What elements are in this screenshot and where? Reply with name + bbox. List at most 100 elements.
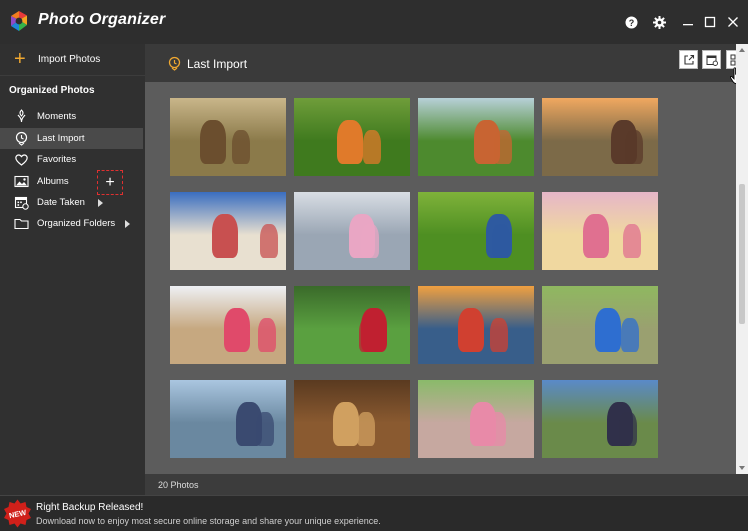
photo-subject [333,402,359,446]
title-bar: Photo Organizer ? [0,0,748,44]
photo-thumbnail[interactable] [170,380,286,458]
minimize-icon [683,24,693,26]
sidebar-item-moments[interactable]: Moments [0,106,143,127]
import-photos-button[interactable]: + Import Photos [0,44,145,76]
help-button[interactable]: ? [623,14,639,30]
vertical-scrollbar[interactable] [736,44,748,474]
photo-thumbnail[interactable] [294,286,410,364]
scroll-up-icon[interactable] [739,48,745,52]
photo-ground [294,328,410,364]
photo-background [418,192,534,235]
photo-thumbnail[interactable] [294,380,410,458]
settings-button[interactable] [651,14,667,30]
last-import-icon [168,56,181,71]
photo-thumbnail[interactable] [418,192,534,270]
photo-subject [363,130,381,164]
app-logo-icon [11,11,27,31]
add-album-plus: + [105,173,115,191]
calendar-view-icon [706,55,718,66]
photo-thumbnail[interactable] [418,286,534,364]
last-import-icon [15,131,28,146]
photo-subject [212,214,238,258]
photo-ground [170,140,286,176]
chevron-right-icon [125,220,130,228]
photo-subject [258,318,276,352]
sidebar-item-label: Last Import [37,133,85,144]
sidebar-item-label: Albums [37,176,69,187]
photo-subject [488,412,506,446]
photo-subject [357,412,375,446]
photo-subject [623,224,641,258]
photo-subject [337,120,363,164]
scroll-down-icon[interactable] [739,466,745,470]
close-button[interactable] [725,14,741,30]
photo-thumbnail[interactable] [542,286,658,364]
sidebar-item-label: Organized Folders [37,218,116,229]
photo-background [542,380,658,423]
photo-subject [494,130,512,164]
minimize-button[interactable] [680,14,696,30]
photo-subject [256,412,274,446]
photo-thumbnail[interactable] [542,192,658,270]
photo-thumbnail[interactable] [294,98,410,176]
sidebar-item-label: Date Taken [37,197,85,208]
main-content: Last Import [145,44,748,478]
moments-icon [17,109,26,123]
scroll-thumb[interactable] [739,184,745,324]
sidebar-item-last-import[interactable]: Last Import [0,128,143,149]
calendar-view-button[interactable] [702,50,721,69]
sidebar-item-label: Moments [37,111,77,122]
content-header: Last Import [145,44,748,82]
plus-icon: + [14,48,26,70]
open-external-icon [683,54,694,65]
photo-subject [621,318,639,352]
page-title: Last Import [187,57,248,71]
sidebar-item-organized-folders[interactable]: Organized Folders [0,213,143,234]
photo-subject [625,130,643,164]
sidebar-item-date-taken[interactable]: Date Taken [0,192,143,213]
close-icon [728,17,738,27]
add-album-button[interactable]: + [97,170,123,195]
svg-text:?: ? [628,18,634,28]
photo-subject [458,308,484,352]
photo-subject [619,412,637,446]
maximize-icon [704,16,716,28]
photo-thumbnail[interactable] [170,286,286,364]
photo-subject [595,308,621,352]
maximize-button[interactable] [702,14,718,30]
photo-subject [359,318,377,352]
photo-thumbnail[interactable] [294,192,410,270]
sidebar-item-label: Favorites [37,154,77,165]
photo-ground [418,234,534,270]
photo-subject [492,224,510,258]
photo-background [170,98,286,141]
photo-subject [232,130,250,164]
status-bar: 20 Photos [145,474,748,495]
sidebar-item-favorites[interactable]: Favorites [0,149,143,170]
photo-thumbnail[interactable] [170,192,286,270]
chevron-right-icon [98,199,103,207]
promo-banner[interactable]: NEW Right Backup Released! Download now … [0,495,748,531]
photo-subject [490,318,508,352]
photo-subject [224,308,250,352]
photo-thumbnail[interactable] [418,98,534,176]
help-icon: ? [625,16,637,28]
photo-ground [542,422,658,458]
photo-thumbnail[interactable] [542,98,658,176]
photo-thumbnail[interactable] [542,380,658,458]
heart-icon [15,154,28,166]
promo-title: Right Backup Released! [36,502,144,513]
folder-icon [14,218,29,230]
photo-thumbnail[interactable] [170,98,286,176]
app-title: Photo Organizer [38,11,166,28]
photo-subject [361,224,379,258]
section-title: Organized Photos [9,85,95,96]
photo-thumbnail[interactable] [418,380,534,458]
sidebar: + Import Photos Organized Photos Moments… [0,44,145,495]
open-external-button[interactable] [679,50,698,69]
photo-count: 20 Photos [158,480,199,490]
photo-background [294,286,410,329]
photo-subject [260,224,278,258]
calendar-icon [14,196,29,210]
photo-subject [200,120,226,164]
